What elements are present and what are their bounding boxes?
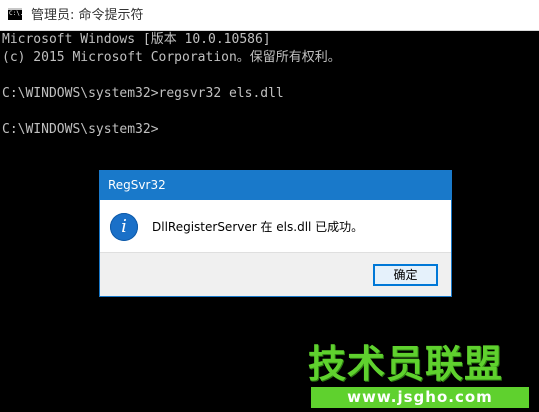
dialog-titlebar[interactable]: RegSvr32 bbox=[100, 171, 451, 200]
window-title: 管理员: 命令提示符 bbox=[31, 8, 144, 23]
command-prompt-icon: C:\. bbox=[8, 8, 24, 20]
watermark-url: www.jsgho.com bbox=[311, 387, 529, 408]
regsvr32-dialog: RegSvr32 i DllRegisterServer 在 els.dll 已… bbox=[99, 170, 452, 297]
info-icon-glyph: i bbox=[121, 216, 127, 237]
console-line: Microsoft Windows [版本 10.0.10586] bbox=[2, 32, 271, 47]
info-icon: i bbox=[110, 213, 138, 241]
console-prompt-line: C:\WINDOWS\system32> bbox=[2, 122, 159, 137]
watermark-logo-text: 技术员联盟 bbox=[308, 342, 504, 386]
dialog-title: RegSvr32 bbox=[108, 178, 166, 192]
console-line: C:\WINDOWS\system32>regsvr32 els.dll bbox=[2, 86, 284, 101]
ok-button[interactable]: 确定 bbox=[373, 264, 438, 286]
console-line: (c) 2015 Microsoft Corporation。保留所有权利。 bbox=[2, 50, 341, 65]
command-prompt-icon-text: C:\. bbox=[9, 10, 24, 17]
dialog-body: i DllRegisterServer 在 els.dll 已成功。 bbox=[100, 200, 451, 252]
console-titlebar[interactable]: C:\. 管理员: 命令提示符 bbox=[0, 0, 539, 31]
dialog-footer: 确定 bbox=[100, 252, 451, 296]
dialog-message: DllRegisterServer 在 els.dll 已成功。 bbox=[152, 220, 364, 234]
